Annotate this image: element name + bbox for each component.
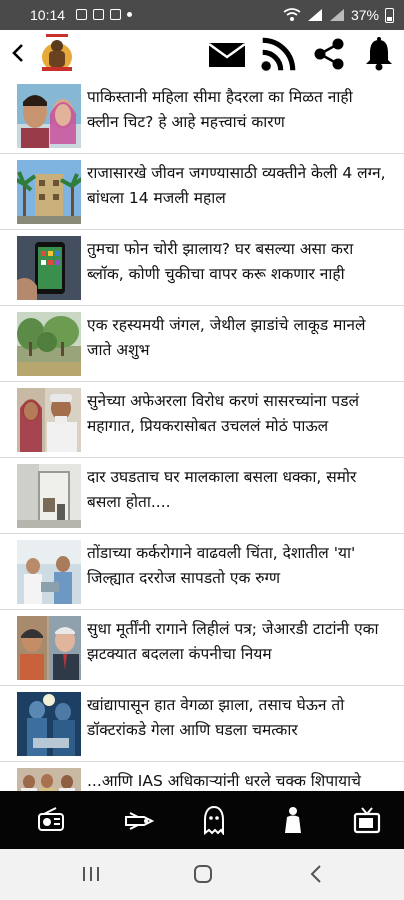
status-bar: 10:14 37% xyxy=(0,0,404,30)
idol-icon[interactable] xyxy=(282,805,304,835)
chevron-left-icon[interactable] xyxy=(8,38,28,68)
article-title[interactable]: एक रहस्यमयी जंगल, जेथील झाडांचे लाकूड मा… xyxy=(87,313,387,363)
signal-icon xyxy=(307,9,322,21)
signal-2-icon xyxy=(329,9,344,21)
article-thumbnail xyxy=(17,388,81,452)
article-thumbnail xyxy=(17,312,81,376)
article-item[interactable]: पाकिस्तानी महिला सीमा हैदरला का मिळत नाह… xyxy=(0,78,404,154)
radio-icon[interactable] xyxy=(36,805,66,835)
tv-icon[interactable] xyxy=(352,805,382,835)
article-item[interactable]: एक रहस्यमयी जंगल, जेथील झाडांचे लाकूड मा… xyxy=(0,306,404,382)
article-item[interactable]: खांद्यापासून हात वेगळा झाला, तसाच घेऊन त… xyxy=(0,686,404,762)
gallery-notification-icon xyxy=(76,9,87,20)
article-thumbnail xyxy=(17,84,81,148)
article-list: पाकिस्तानी महिला सीमा हैदरला का मिळत नाह… xyxy=(0,78,404,799)
article-title[interactable]: तोंडाच्या कर्करोगाने वाढवली चिंता, देशात… xyxy=(87,541,387,591)
battery-percent: 37% xyxy=(350,7,379,23)
article-title[interactable]: दार उघडताच घर मालकाला बसला धक्का, समोर ब… xyxy=(87,465,387,515)
article-thumbnail xyxy=(17,160,81,224)
article-item[interactable]: सुनेच्या अफेअरला विरोध करणं सासरच्यांना … xyxy=(0,382,404,458)
article-title[interactable]: तुमचा फोन चोरी झालाय? घर बसल्या असा करा … xyxy=(87,237,387,287)
mail-icon[interactable] xyxy=(208,36,246,72)
battery-icon xyxy=(385,7,394,23)
article-title[interactable]: राजासारखे जीवन जगण्यासाठी व्यक्तीने केली… xyxy=(87,161,387,211)
rss-icon[interactable] xyxy=(257,36,301,72)
wifi-icon xyxy=(283,8,301,21)
home-icon[interactable] xyxy=(193,864,213,884)
bell-icon[interactable] xyxy=(364,36,394,72)
article-item[interactable]: तोंडाच्या कर्करोगाने वाढवली चिंता, देशात… xyxy=(0,534,404,610)
ghost-icon[interactable] xyxy=(201,805,227,835)
notification-icons xyxy=(76,9,132,20)
system-navigation-bar xyxy=(0,849,404,900)
article-thumbnail xyxy=(17,464,81,528)
article-thumbnail xyxy=(17,540,81,604)
article-thumbnail xyxy=(17,236,81,300)
article-title[interactable]: खांद्यापासून हात वेगळा झाला, तसाच घेऊन त… xyxy=(87,693,387,743)
app-notification-icon xyxy=(93,9,104,20)
recents-icon[interactable] xyxy=(81,865,101,883)
article-title[interactable]: पाकिस्तानी महिला सीमा हैदरला का मिळत नाह… xyxy=(87,85,387,135)
app-bar xyxy=(0,30,404,78)
article-title[interactable]: सुनेच्या अफेअरला विरोध करणं सासरच्यांना … xyxy=(87,389,387,439)
article-item[interactable]: राजासारखे जीवन जगण्यासाठी व्यक्तीने केली… xyxy=(0,154,404,230)
news-notification-icon xyxy=(110,9,121,20)
more-notifications-icon xyxy=(127,12,132,17)
article-item[interactable]: सुधा मूर्तींनी रागाने लिहीलं पत्र; जेआरड… xyxy=(0,610,404,686)
article-thumbnail xyxy=(17,692,81,756)
stream-icon[interactable] xyxy=(124,805,156,835)
back-icon[interactable] xyxy=(308,864,324,884)
bottom-navigation xyxy=(0,791,404,849)
share-icon[interactable] xyxy=(311,36,347,72)
article-title[interactable]: सुधा मूर्तींनी रागाने लिहीलं पत्र; जेआरड… xyxy=(87,617,387,667)
status-time: 10:14 xyxy=(30,7,66,23)
article-thumbnail xyxy=(17,616,81,680)
temple-logo[interactable] xyxy=(36,33,78,75)
article-item[interactable]: तुमचा फोन चोरी झालाय? घर बसल्या असा करा … xyxy=(0,230,404,306)
article-item[interactable]: दार उघडताच घर मालकाला बसला धक्का, समोर ब… xyxy=(0,458,404,534)
